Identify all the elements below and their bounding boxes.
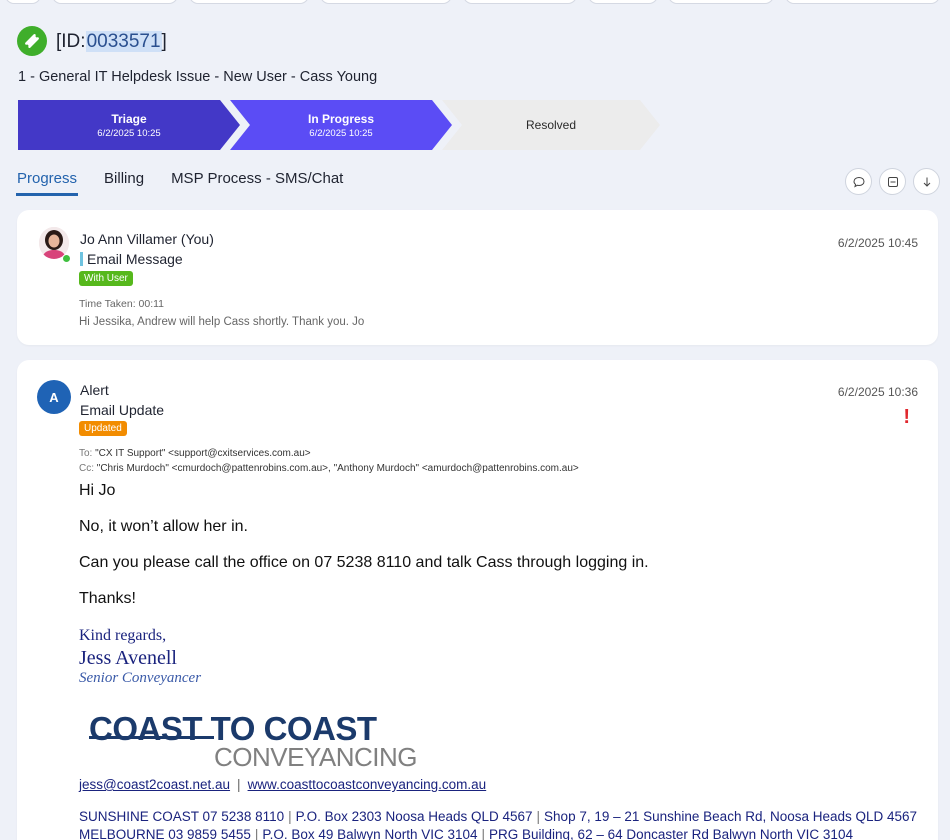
stage-date: 6/2/2025 10:25 bbox=[309, 127, 373, 139]
ticket-number: 0033571 bbox=[85, 31, 162, 52]
status-pipeline: Triage 6/2/2025 10:25 In Progress 6/2/20… bbox=[18, 100, 668, 150]
stage-name: In Progress bbox=[307, 111, 375, 126]
ticket-id: [ID:0033571] bbox=[56, 31, 167, 52]
tab-bar: Progress Billing MSP Process - SMS/Chat bbox=[16, 166, 369, 196]
timeline-entry[interactable]: A Alert Email Update Updated 6/2/2025 10… bbox=[17, 360, 938, 840]
toolbar-button[interactable] bbox=[189, 0, 309, 4]
timeline-entry[interactable]: Jo Ann Villamer (You) Email Message With… bbox=[17, 210, 938, 345]
toolbar-button[interactable] bbox=[320, 0, 452, 4]
entry-type: Email Message bbox=[80, 251, 183, 267]
stage-triage[interactable]: Triage 6/2/2025 10:25 bbox=[18, 100, 240, 150]
signature-title: Senior Conveyancer bbox=[79, 670, 202, 686]
chat-bubble-icon[interactable] bbox=[845, 168, 872, 195]
status-badge: With User bbox=[79, 271, 133, 286]
entry-preview: Hi Jessika, Andrew will help Cass shortl… bbox=[79, 316, 365, 328]
signature-name: Jess Avenell bbox=[79, 647, 177, 669]
toolbar-button[interactable] bbox=[785, 0, 940, 4]
tab-actions bbox=[845, 168, 940, 195]
toolbar-button[interactable] bbox=[668, 0, 774, 4]
logo-underline bbox=[89, 736, 214, 739]
entry-date: 6/2/2025 10:36 bbox=[837, 385, 918, 399]
collapse-icon[interactable] bbox=[879, 168, 906, 195]
tab-progress[interactable]: Progress bbox=[16, 166, 79, 196]
signature-address-line: MELBOURNE 03 9859 5455 | P.O. Box 49 Balwy… bbox=[79, 827, 853, 840]
time-taken: Time Taken: 00:11 bbox=[79, 298, 165, 310]
signature-website-link[interactable]: www.coasttocoastconveyancing.com.au bbox=[248, 777, 487, 792]
email-body-line: No, it won’t allow her in. bbox=[79, 518, 248, 535]
avatar: A bbox=[37, 380, 71, 414]
stage-resolved[interactable]: Resolved bbox=[442, 100, 660, 150]
stage-date: 6/2/2025 10:25 bbox=[97, 127, 161, 139]
toolbar-button[interactable] bbox=[463, 0, 577, 4]
email-body-line: Hi Jo bbox=[79, 482, 116, 499]
toolbar-button[interactable] bbox=[5, 0, 41, 4]
email-cc: Cc: "Chris Murdoch" <cmurdoch@pattenrobi… bbox=[79, 463, 579, 474]
top-toolbar bbox=[0, 0, 950, 6]
entry-date: 6/2/2025 10:45 bbox=[837, 236, 918, 250]
signature-email-link[interactable]: jess@coast2coast.net.au bbox=[79, 777, 230, 792]
toolbar-button[interactable] bbox=[52, 0, 178, 4]
stage-name: Resolved bbox=[525, 118, 577, 132]
email-to: To: "CX IT Support" <support@cxitservice… bbox=[79, 448, 311, 459]
online-status-dot bbox=[62, 254, 71, 263]
ticket-icon bbox=[17, 26, 47, 56]
entry-type: Email Update bbox=[80, 402, 165, 418]
company-logo: COAST TO COAST CONVEYANCING bbox=[87, 710, 427, 772]
toolbar-button[interactable] bbox=[588, 0, 658, 4]
signature-address-line: SUNSHINE COAST 07 5238 8110 | P.O. Box 230… bbox=[79, 809, 918, 824]
signature-links: jess@coast2coast.net.au | www.coasttocoast… bbox=[79, 777, 487, 792]
signature-regards: Kind regards, bbox=[79, 627, 167, 644]
arrow-down-icon[interactable] bbox=[913, 168, 940, 195]
ticket-title: 1 - General IT Helpdesk Issue - New User… bbox=[18, 69, 378, 85]
status-badge: Updated bbox=[79, 421, 127, 436]
entry-author: Jo Ann Villamer (You) bbox=[80, 231, 214, 247]
logo-text-bottom: CONVEYANCING bbox=[214, 742, 418, 772]
email-body-line: Can you please call the office on 07 523… bbox=[79, 554, 649, 571]
stage-name: Triage bbox=[111, 111, 147, 126]
email-body-line: Thanks! bbox=[79, 590, 136, 607]
exclamation-icon: ! bbox=[903, 406, 910, 428]
tab-billing[interactable]: Billing bbox=[103, 166, 145, 196]
entry-author: Alert bbox=[80, 382, 109, 398]
stage-in-progress[interactable]: In Progress 6/2/2025 10:25 bbox=[230, 100, 452, 150]
tab-msp-process[interactable]: MSP Process - SMS/Chat bbox=[170, 166, 344, 196]
